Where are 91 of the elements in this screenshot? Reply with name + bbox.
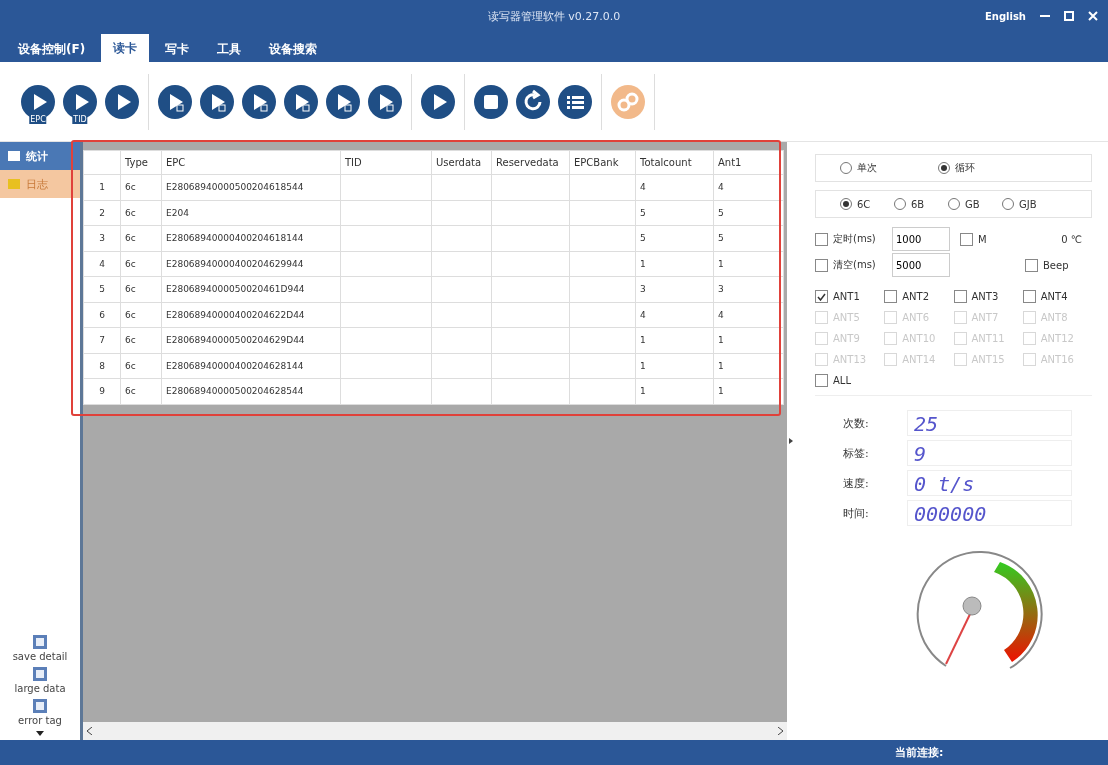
menu-tab[interactable]: 工具 [205,36,254,62]
table-cell: E28068940000400204628144 [161,353,341,379]
radio-button[interactable]: 6C [840,198,878,210]
table-cell: 9 [83,378,121,404]
table-cell: E28068940000500204618544 [161,174,341,200]
menu-tab[interactable]: 设备控制(F) [6,36,98,62]
option-label: error tag [18,715,62,726]
stat-value: 0 t/s [907,470,1072,496]
stat-label: 标签: [843,445,870,461]
table-cell: 1 [713,353,784,379]
table-cell: 6c [120,276,162,302]
column-header: EPCBank [569,150,636,175]
option-label: large data [14,683,66,694]
table-cell: E204 [161,200,341,226]
table-cell: 4 [635,174,714,200]
table-cell: 5 [83,276,121,302]
table-cell: 6c [120,251,162,277]
radio-button[interactable]: GB [948,198,986,210]
column-header: EPC [161,150,341,175]
table-cell: 1 [635,353,714,379]
table-cell: E28068940000500204628544 [161,378,341,404]
table-cell: 3 [713,276,784,302]
table-cell: 6c [120,225,162,251]
table-cell: 6c [120,200,162,226]
checkbox[interactable]: ALL [815,374,882,387]
radio-button[interactable]: 单次 [840,161,878,175]
radio-button[interactable]: 循环 [938,161,976,175]
checkbox[interactable]: Beep [1025,258,1092,272]
table-cell: 3 [635,276,714,302]
table-cell: 4 [635,302,714,328]
stat-value: 25 [907,410,1072,436]
table-cell: 4 [713,302,784,328]
table-cell: 6c [120,174,162,200]
column-header: Reservedata [491,150,570,175]
checkbox[interactable]: ANT3 [953,290,1021,303]
table-cell: 1 [713,251,784,277]
table-cell: 6c [120,327,162,353]
stat-value: 000000 [907,500,1072,526]
table-cell: E28068940000400204622D44 [161,302,341,328]
column-header: Totalcount [635,150,714,175]
table-cell: 5 [635,225,714,251]
table-cell: E2806894000050020461D944 [161,276,341,302]
table-cell: 3 [83,225,121,251]
table-cell: 8 [83,353,121,379]
column-header: TID [340,150,432,175]
table-cell: 4 [83,251,121,277]
table-cell: 6c [120,302,162,328]
table-cell: 5 [713,200,784,226]
table-cell: E28068940000400204618144 [161,225,341,251]
option-label: save detail [12,651,68,662]
table-cell: 5 [635,200,714,226]
sidebar-item[interactable]: 统计 [0,142,80,170]
checkbox[interactable]: ANT4 [1022,290,1090,303]
stat-value: 9 [907,440,1072,466]
table-cell: E28068940000500204629D44 [161,327,341,353]
table-cell: 1 [83,174,121,200]
stat-label: 时间: [843,505,870,521]
table-cell: 6 [83,302,121,328]
column-header: Type [120,150,162,175]
checkbox[interactable]: 清空(ms) [815,258,882,272]
input-field[interactable]: 5000 [892,253,950,277]
checkbox[interactable]: M [960,232,1027,246]
menu-tab[interactable]: 设备搜索 [257,36,330,62]
table-cell: 1 [635,327,714,353]
language-button[interactable]: English [984,10,1026,22]
input-field[interactable]: 1000 [892,227,950,251]
stat-label: 速度: [843,475,870,491]
table-cell: 1 [713,327,784,353]
radio-button[interactable]: GJB [1002,198,1040,210]
table-cell: 6c [120,378,162,404]
table-cell: 1 [635,251,714,277]
column-header: Ant1 [713,150,784,175]
menu-tab[interactable]: 写卡 [153,36,202,62]
table-cell: 2 [83,200,121,226]
checkbox[interactable]: 定时(ms) [815,232,882,246]
checkbox[interactable]: ANT1 [815,290,882,303]
table-cell: E28068940000400204629944 [161,251,341,277]
table-cell: 4 [713,174,784,200]
radio-button[interactable]: 6B [894,198,932,210]
table-cell: 6c [120,353,162,379]
checkbox[interactable]: ANT2 [884,290,952,303]
temperature-reading: 0 ℃ [1061,233,1082,245]
menu-tab[interactable]: 读卡 [101,34,150,62]
status-label: 当前连接: [895,745,944,760]
column-header: Userdata [431,150,492,175]
window-title: 读写器管理软件 v0.27.0.0 [487,8,621,24]
table-cell: 1 [635,378,714,404]
stat-label: 次数: [843,415,870,431]
table-cell: 5 [713,225,784,251]
table-cell: 1 [713,378,784,404]
table-cell: 7 [83,327,121,353]
